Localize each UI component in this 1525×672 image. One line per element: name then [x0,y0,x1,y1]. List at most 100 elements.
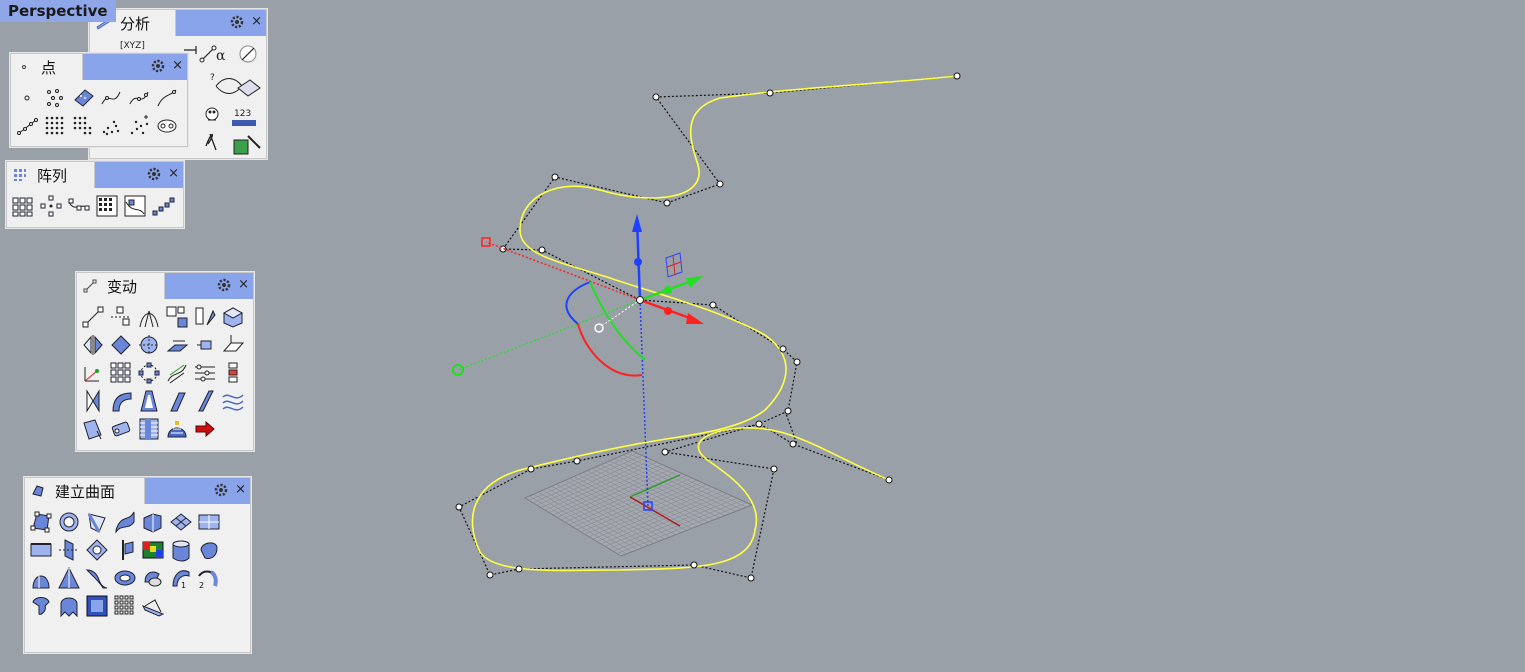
swept-surface-icon[interactable] [85,538,109,562]
flow-icon[interactable] [165,389,189,413]
control-point[interactable] [663,199,671,207]
sporph-icon[interactable] [109,417,133,441]
rail-sweep-numbered-icon[interactable]: 1 [169,566,193,590]
boat-surface-icon[interactable] [141,594,165,618]
sweep-two-rail-icon[interactable] [85,566,109,590]
control-point[interactable] [779,345,787,353]
surface-analysis-icon[interactable] [141,538,165,562]
array-along-curve-icon[interactable] [67,194,91,218]
close-button[interactable]: × [168,166,179,182]
array-panel-header[interactable]: 阵列 × [7,162,183,188]
cloth-surface-icon[interactable] [57,594,81,618]
gumball-origin[interactable] [636,296,644,304]
close-button[interactable]: × [251,14,262,30]
control-point[interactable] [652,93,660,101]
cage-edit-icon[interactable] [221,389,245,413]
sweep-two-numbered-icon[interactable]: 2 [197,566,221,590]
patch-icon[interactable] [141,510,165,534]
mirror-tool-icon[interactable] [193,305,217,329]
planar-surface-icon[interactable] [57,510,81,534]
mirror-plane-icon[interactable] [81,333,105,357]
control-point[interactable] [755,420,763,428]
extrude-curve-icon[interactable] [29,538,53,562]
heightfield-icon[interactable] [85,594,109,618]
curve-points-icon[interactable] [99,86,123,110]
scattered-points-icon[interactable] [127,114,151,138]
surface-points-icon[interactable] [71,114,95,138]
control-point[interactable] [573,457,581,465]
viewport-label[interactable]: Perspective [0,0,116,22]
copy-tool-icon[interactable] [109,305,133,329]
dome-icon[interactable] [29,566,53,590]
single-point-icon[interactable] [15,86,39,110]
analysis-tool-icons[interactable]: α ? 123 [176,40,266,160]
gear-icon[interactable] [213,482,229,498]
gear-icon[interactable] [216,277,232,293]
move-tool-icon[interactable] [81,305,105,329]
sweep-one-rail-icon[interactable] [113,538,137,562]
close-button[interactable]: × [172,58,183,74]
smooth-icon[interactable] [193,389,217,413]
project-icon[interactable] [221,333,245,357]
closest-point-icon[interactable] [155,86,179,110]
control-point[interactable] [747,574,755,582]
gear-icon[interactable] [146,166,162,182]
control-point[interactable] [716,180,724,188]
rotate-tool-icon[interactable] [137,305,161,329]
point-panel-header[interactable]: 点 × [11,54,187,80]
twist-icon[interactable] [81,389,105,413]
revolve-icon[interactable] [169,538,193,562]
orient-on-surface-icon[interactable] [137,333,161,357]
control-point[interactable] [538,246,546,254]
scale-tool-icon[interactable] [165,305,189,329]
gear-icon[interactable] [150,58,166,74]
network-surface-icon[interactable] [169,510,193,534]
control-point[interactable] [766,89,774,97]
transform-panel-header[interactable]: 变动 × [77,273,253,299]
control-point[interactable] [551,173,559,181]
control-point[interactable] [515,565,523,573]
point-tab[interactable]: 点 [11,54,83,80]
point-grid-icon[interactable] [43,114,67,138]
point-cloud-icon[interactable] [71,86,95,110]
orient-icon[interactable] [109,333,133,357]
gumball[interactable] [452,214,704,511]
align-icon[interactable] [193,333,217,357]
control-point[interactable] [770,465,778,473]
box-edit-icon[interactable] [221,305,245,329]
control-point[interactable] [690,561,698,569]
maelstrom-icon[interactable] [137,417,161,441]
splop-icon[interactable] [81,417,105,441]
flow-along-curve-icon[interactable] [165,361,189,385]
taper-icon[interactable] [137,389,161,413]
edge-curves-icon[interactable] [85,510,109,534]
close-button[interactable]: × [235,482,246,498]
close-button[interactable]: × [238,277,249,293]
analysis-panel-header[interactable]: 分析 × [90,10,266,36]
surface-from-points-icon[interactable] [29,510,53,534]
cone-surface-icon[interactable] [57,566,81,590]
rectangular-array-icon[interactable] [11,194,35,218]
gumball-z-scale[interactable] [634,258,642,266]
set-points-icon[interactable] [81,361,105,385]
divide-curve-icon[interactable] [127,86,151,110]
vertical-plane-icon[interactable] [57,538,81,562]
stretch-icon[interactable] [165,417,189,441]
drape-points-icon[interactable] [99,114,123,138]
extract-points-icon[interactable] [155,114,179,138]
array-icon[interactable] [109,361,133,385]
bend-icon[interactable] [109,389,133,413]
control-point[interactable] [789,440,797,448]
control-point[interactable] [455,503,463,511]
surface-grid-points-icon[interactable] [113,594,137,618]
loft-icon[interactable] [113,510,137,534]
multiple-points-icon[interactable] [43,86,67,110]
rail-revolve-icon[interactable] [197,538,221,562]
gumball-rotate-y[interactable] [589,281,646,361]
surface-tab[interactable]: 建立曲面 [25,478,145,504]
rectangular-plane-icon[interactable] [197,510,221,534]
red-arrow-icon[interactable] [193,417,217,441]
control-point[interactable] [527,465,535,473]
gumball-rotate-z[interactable] [565,281,591,325]
gumball-free-handle[interactable] [594,323,604,333]
